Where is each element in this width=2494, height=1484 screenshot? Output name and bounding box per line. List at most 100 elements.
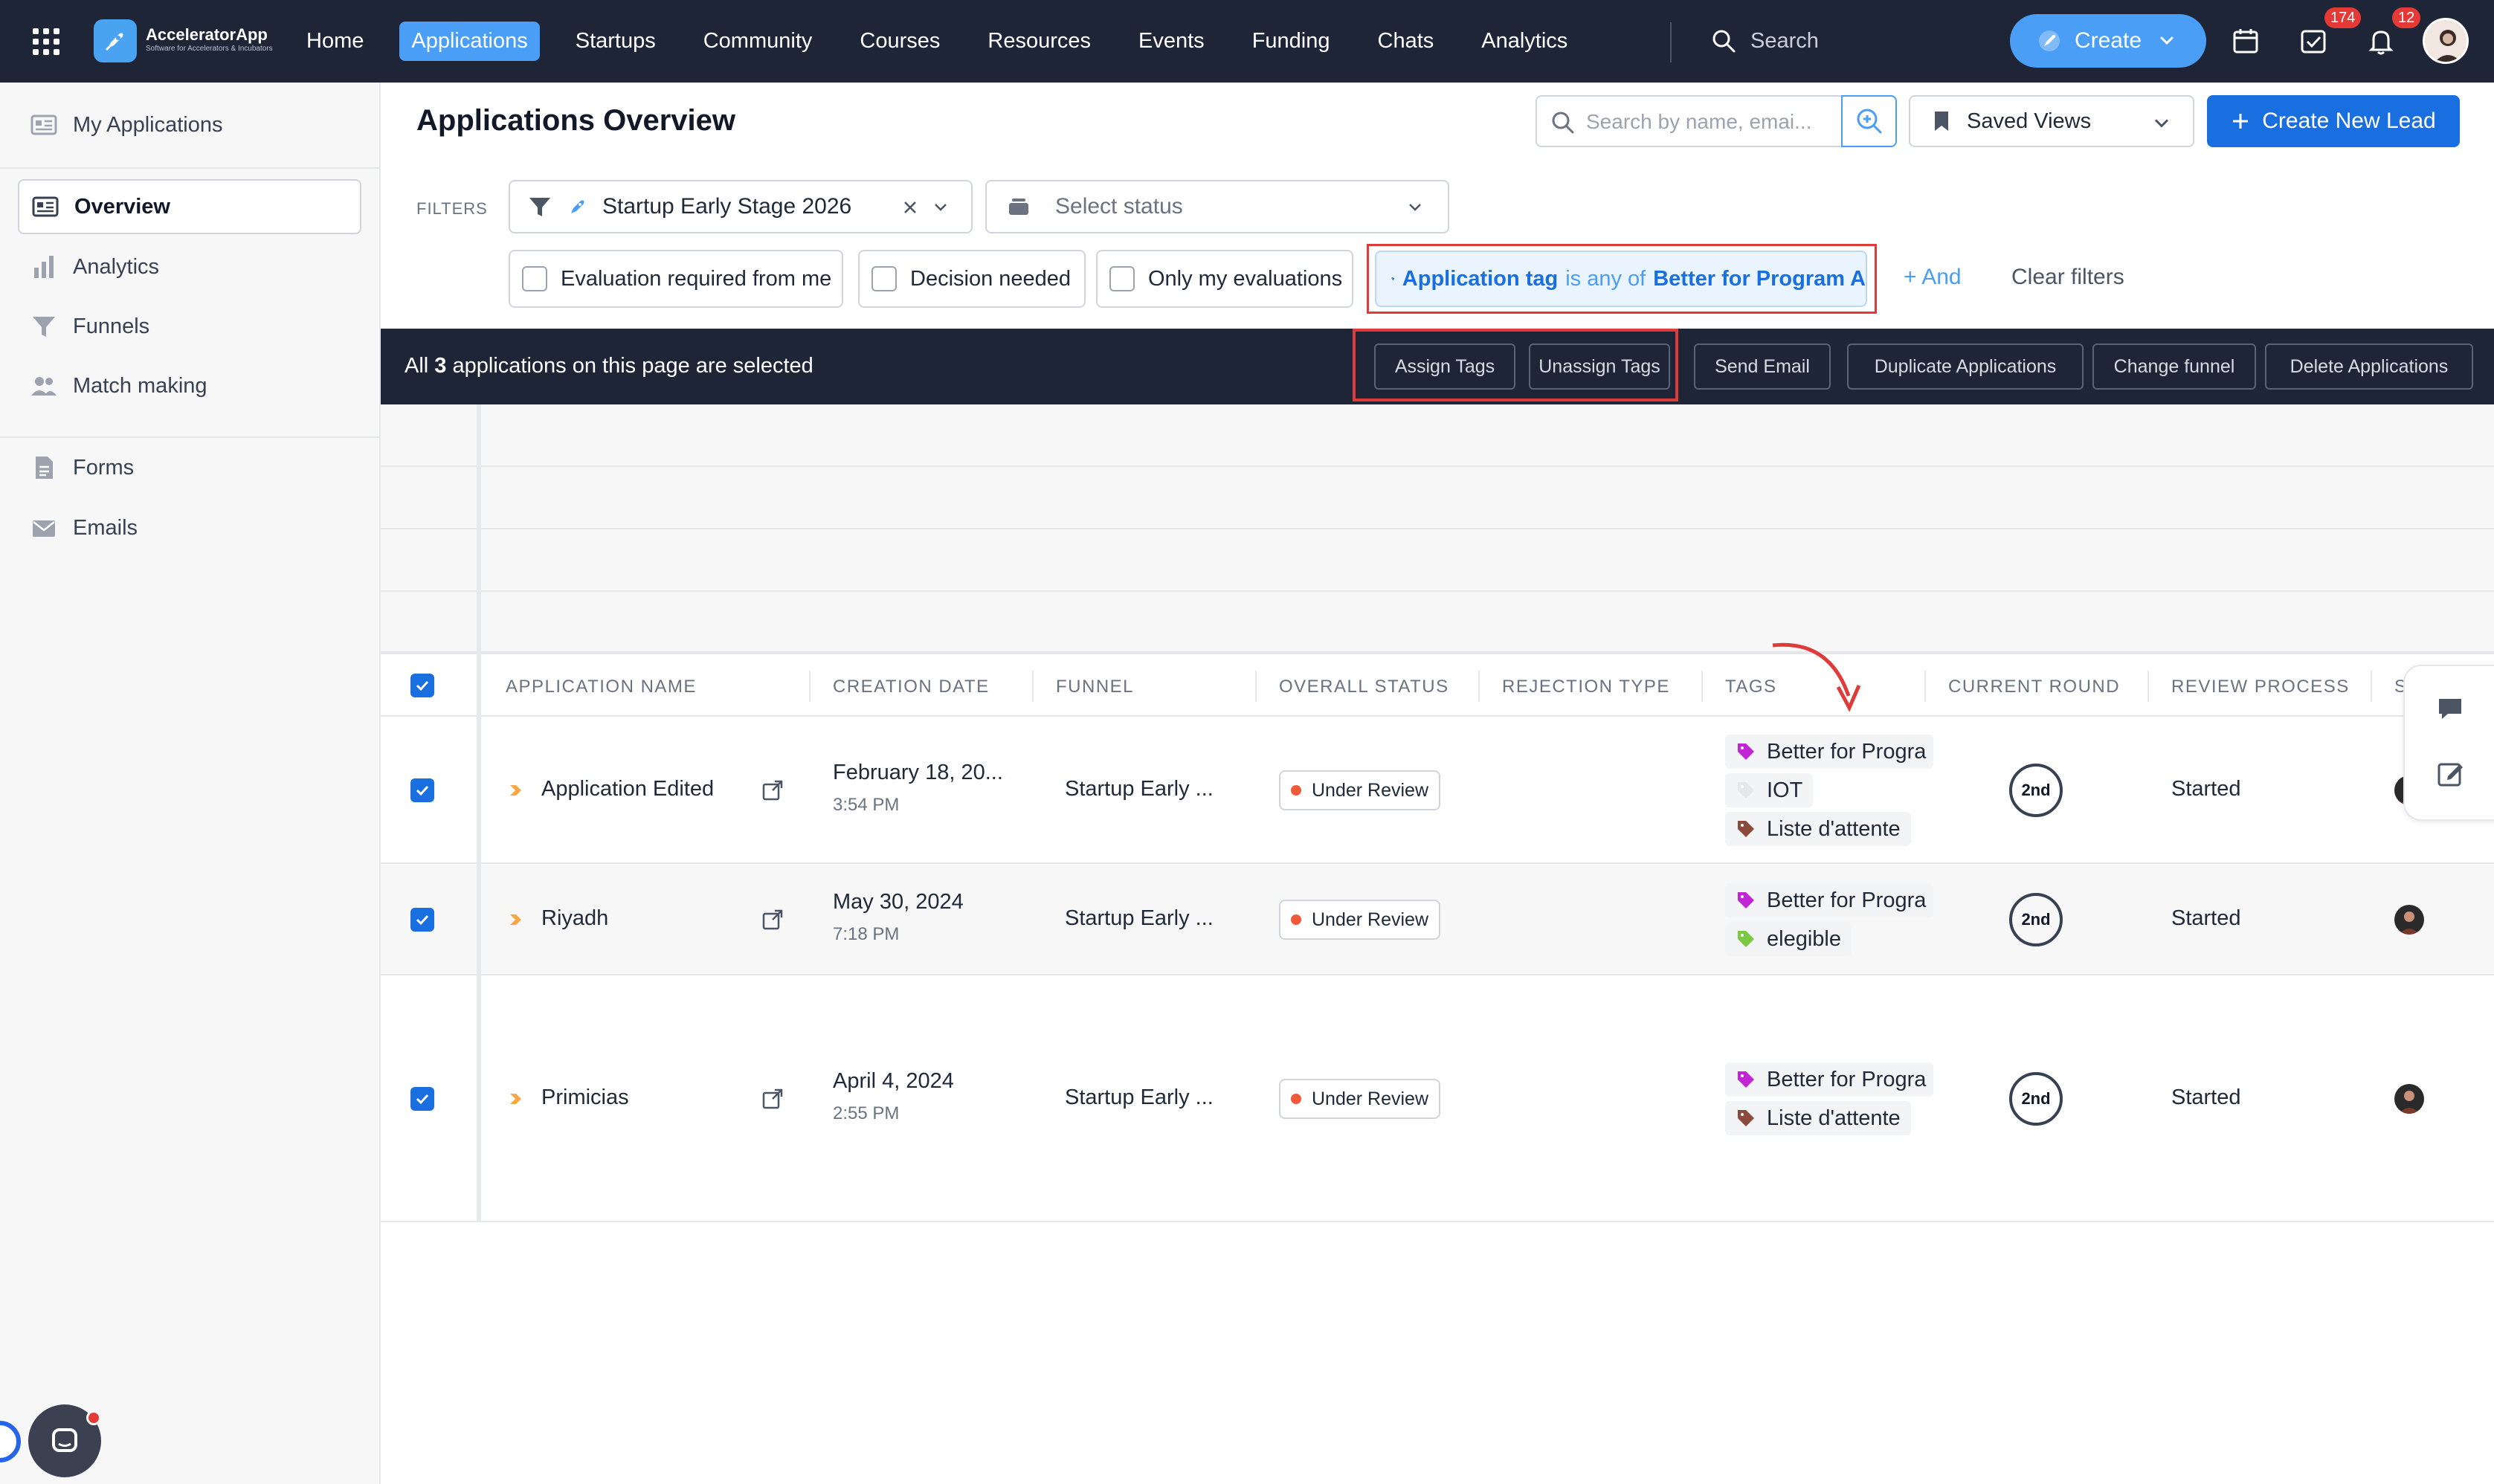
nav-item-startups[interactable]: Startups [564,22,668,61]
global-search-placeholder: Search [1750,28,1819,53]
sidebar-header-my-applications[interactable]: My Applications [0,83,379,169]
application-name[interactable]: Application Edited [541,777,714,801]
add-and-filter-link[interactable]: + And [1904,265,1962,290]
tag-label: IOT [1767,778,1803,802]
tag-filter-field: Application tag [1402,266,1559,291]
tag-chip[interactable]: elegible [1725,922,1852,956]
funnel-filter-select[interactable]: Startup Early Stage 2026 [509,180,973,233]
change-funnel-button[interactable]: Change funnel [2092,343,2256,390]
tasks-icon[interactable] [2298,25,2329,57]
table-row[interactable]: Riyadh May 30, 2024 7:18 PM Startup Early .… [381,864,2494,975]
global-search[interactable]: Search [1710,25,1819,57]
user-avatar[interactable] [2423,18,2469,64]
nav-item-home[interactable]: Home [294,22,376,61]
brand-logo-icon[interactable] [94,19,137,62]
assign-tags-button[interactable]: Assign Tags [1374,343,1515,390]
nav-item-resources[interactable]: Resources [976,22,1103,61]
external-link-icon[interactable] [760,907,785,932]
application-name[interactable]: Primicias [541,1085,629,1110]
status-badge[interactable]: Under Review [1279,1079,1441,1119]
funnel-name: Startup Early ... [1065,906,1214,930]
advanced-search-button[interactable] [1841,95,1897,147]
tag-chip[interactable]: Better for Progra [1725,735,1933,769]
status-badge[interactable]: Under Review [1279,770,1441,810]
tag-chip[interactable]: IOT [1725,773,1814,807]
external-link-icon[interactable] [760,778,785,803]
nav-item-funding[interactable]: Funding [1240,22,1342,61]
bell-icon[interactable] [2365,25,2397,57]
table-row[interactable]: Primicias April 4, 2024 2:55 PM Startup Ear… [381,975,2494,1222]
table-spacer-row [381,529,2494,592]
column-header-rejection-type[interactable]: REJECTION TYPE [1502,677,1670,697]
tag-filter-highlight: Application tag is any of Better for Pro… [1367,244,1877,314]
checkbox[interactable] [871,266,897,291]
selection-message: All 3 applications on this page are sele… [405,354,813,378]
duplicate-applications-button[interactable]: Duplicate Applications [1847,343,2084,390]
table-column-divider [477,404,481,1222]
row-checkbox[interactable] [410,908,434,932]
chat-icon [52,1428,77,1452]
clear-filters-link[interactable]: Clear filters [2011,265,2124,290]
status-label: Under Review [1312,1088,1429,1109]
create-button[interactable]: Create [2010,14,2206,68]
calendar-icon[interactable] [2230,25,2261,57]
reviewer-avatar[interactable] [2394,1084,2424,1114]
brand-name: AcceleratorApp [146,25,268,44]
nav-item-community[interactable]: Community [692,22,825,61]
tag-icon [1738,931,1754,947]
applications-search-placeholder: Search by name, emai... [1586,110,1812,133]
sidebar-item-match-making[interactable]: Match making [18,358,361,413]
checkbox[interactable] [1109,266,1135,291]
app-launcher-icon[interactable] [33,28,59,55]
sidebar-item-overview[interactable]: Overview [18,179,361,234]
nav-item-events[interactable]: Events [1127,22,1217,61]
application-name[interactable]: Riyadh [541,906,608,931]
status-filter-select[interactable]: Select status [985,180,1449,233]
status-dot-icon [1291,914,1301,925]
tag-filter-chip[interactable]: Application tag is any of Better for Pro… [1375,251,1867,307]
column-header-overall-status[interactable]: OVERALL STATUS [1279,677,1449,697]
nav-item-chats[interactable]: Chats [1366,22,1446,61]
row-checkbox[interactable] [410,778,434,802]
tag-chip[interactable]: Better for Progra [1725,1062,1933,1097]
delete-applications-button[interactable]: Delete Applications [2265,343,2473,390]
create-button-label: Create [2074,28,2142,53]
decision-needed-checkbox[interactable]: Decision needed [858,250,1086,308]
status-badge[interactable]: Under Review [1279,900,1441,940]
reviewer-avatar[interactable] [2394,905,2424,935]
tag-chip[interactable]: Better for Progra [1725,883,1933,917]
sidebar-item-funnels[interactable]: Funnels [18,299,361,354]
nav-item-courses[interactable]: Courses [848,22,952,61]
evaluation-required-checkbox[interactable]: Evaluation required from me [509,250,843,308]
nav-item-applications[interactable]: Applications [399,22,540,61]
edit-icon[interactable] [2435,758,2466,790]
checkbox[interactable] [522,266,547,291]
saved-views-dropdown[interactable]: Saved Views [1909,95,2194,147]
rocket-icon [571,200,584,213]
table-row[interactable]: Application Edited February 18, 20... 3:54… [381,717,2494,864]
review-process: Started [2171,777,2241,801]
comment-icon[interactable] [2435,693,2466,724]
column-header-funnel[interactable]: FUNNEL [1056,677,1134,697]
nav-item-analytics[interactable]: Analytics [1469,22,1579,61]
only-my-evaluations-checkbox[interactable]: Only my evaluations [1096,250,1353,308]
column-header-application-name[interactable]: APPLICATION NAME [506,677,697,697]
column-header-creation-date[interactable]: CREATION DATE [833,677,990,697]
create-new-lead-button[interactable]: Create New Lead [2207,95,2460,147]
clear-x-icon[interactable] [900,198,920,217]
select-all-checkbox[interactable] [410,674,434,697]
tag-chip[interactable]: Liste d'attente [1725,1101,1911,1135]
tag-label: Liste d'attente [1767,1106,1901,1130]
sidebar-item-emails[interactable]: Emails [18,500,361,555]
column-header-review-process[interactable]: REVIEW PROCESS [2171,677,2350,697]
column-separator [1924,671,1926,702]
sidebar-item-forms[interactable]: Forms [18,440,361,495]
unassign-tags-button[interactable]: Unassign Tags [1529,343,1670,390]
help-ring-icon[interactable] [0,1421,21,1462]
sidebar-item-analytics[interactable]: Analytics [18,239,361,294]
send-email-button[interactable]: Send Email [1694,343,1831,390]
row-checkbox[interactable] [410,1087,434,1111]
column-header-current-round[interactable]: CURRENT ROUND [1948,677,2120,697]
tag-chip[interactable]: Liste d'attente [1725,812,1911,846]
external-link-icon[interactable] [760,1086,785,1112]
